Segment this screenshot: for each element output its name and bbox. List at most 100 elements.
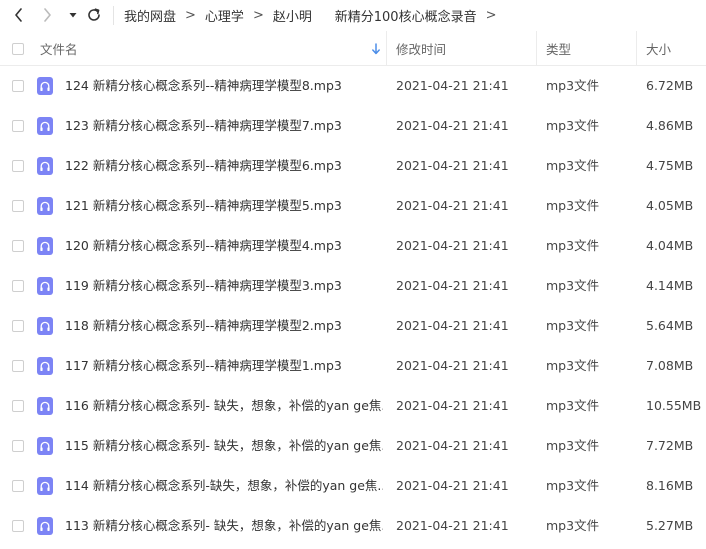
- file-modified-time: 2021-04-21 21:41: [396, 318, 509, 333]
- column-divider[interactable]: [536, 31, 537, 66]
- file-modified-time: 2021-04-21 21:41: [396, 118, 509, 133]
- audio-file-icon: [37, 437, 53, 455]
- audio-file-icon: [37, 397, 53, 415]
- breadcrumb-item-current-folder[interactable]: 新精分100核心概念录音: [335, 6, 477, 25]
- audio-file-icon: [37, 317, 53, 335]
- row-checkbox[interactable]: [12, 400, 24, 412]
- file-type: mp3文件: [546, 158, 600, 173]
- file-modified-time: 2021-04-21 21:41: [396, 198, 509, 213]
- file-size: 5.64MB: [646, 318, 694, 333]
- file-list: 124 新精分核心概念系列--精神病理学模型8.mp3 2021-04-21 21…: [0, 66, 706, 546]
- audio-file-icon: [37, 517, 53, 535]
- row-checkbox[interactable]: [12, 160, 24, 172]
- file-modified-time: 2021-04-21 21:41: [396, 518, 509, 533]
- file-modified-time: 2021-04-21 21:41: [396, 278, 509, 293]
- file-name[interactable]: 121 新精分核心概念系列--精神病理学模型5.mp3: [65, 186, 383, 226]
- breadcrumb-separator: >: [185, 8, 196, 23]
- row-checkbox[interactable]: [12, 480, 24, 492]
- row-checkbox[interactable]: [12, 280, 24, 292]
- column-header-type[interactable]: 类型: [546, 31, 571, 66]
- file-modified-time: 2021-04-21 21:41: [396, 438, 509, 453]
- row-checkbox[interactable]: [12, 240, 24, 252]
- file-name[interactable]: 118 新精分核心概念系列--精神病理学模型2.mp3: [65, 306, 383, 346]
- file-name[interactable]: 122 新精分核心概念系列--精神病理学模型6.mp3: [65, 146, 383, 186]
- column-divider[interactable]: [636, 31, 637, 66]
- file-row[interactable]: 115 新精分核心概念系列- 缺失，想象，补偿的yan ge焦... 2021-0…: [0, 426, 706, 466]
- audio-file-icon: [37, 157, 53, 175]
- chevron-left-icon[interactable]: [9, 5, 29, 25]
- audio-file-icon: [37, 357, 53, 375]
- file-type: mp3文件: [546, 238, 600, 253]
- file-name[interactable]: 124 新精分核心概念系列--精神病理学模型8.mp3: [65, 66, 383, 106]
- file-row[interactable]: 121 新精分核心概念系列--精神病理学模型5.mp3 2021-04-21 21…: [0, 186, 706, 226]
- file-row[interactable]: 113 新精分核心概念系列- 缺失，想象，补偿的yan ge焦... 2021-0…: [0, 506, 706, 546]
- file-row[interactable]: 124 新精分核心概念系列--精神病理学模型8.mp3 2021-04-21 21…: [0, 66, 706, 106]
- arrow-down-icon[interactable]: [371, 31, 381, 66]
- audio-file-icon: [37, 77, 53, 95]
- audio-file-icon: [37, 237, 53, 255]
- file-size: 4.86MB: [646, 118, 694, 133]
- column-header-size[interactable]: 大小: [646, 31, 671, 66]
- file-name[interactable]: 119 新精分核心概念系列--精神病理学模型3.mp3: [65, 266, 383, 306]
- file-name[interactable]: 117 新精分核心概念系列--精神病理学模型1.mp3: [65, 346, 383, 386]
- breadcrumb-separator[interactable]: >: [486, 8, 497, 23]
- file-type: mp3文件: [546, 198, 600, 213]
- file-size: 7.08MB: [646, 358, 694, 373]
- file-size: 4.75MB: [646, 158, 694, 173]
- file-row[interactable]: 116 新精分核心概念系列- 缺失，想象，补偿的yan ge焦... 2021-0…: [0, 386, 706, 426]
- row-checkbox[interactable]: [12, 200, 24, 212]
- caret-down-icon[interactable]: [63, 5, 83, 25]
- row-checkbox[interactable]: [12, 120, 24, 132]
- file-modified-time: 2021-04-21 21:41: [396, 78, 509, 93]
- file-size: 8.16MB: [646, 478, 694, 493]
- row-checkbox[interactable]: [12, 360, 24, 372]
- navigation-bar: 我的网盘 > 心理学 > 赵小明 > 新精分100核心概念录音 >: [0, 0, 706, 31]
- file-list-header: 文件名 修改时间 类型 大小: [0, 31, 706, 66]
- row-checkbox[interactable]: [12, 80, 24, 92]
- row-checkbox[interactable]: [12, 520, 24, 532]
- breadcrumb-separator: >: [252, 8, 264, 23]
- breadcrumb-item-psychology[interactable]: 心理学: [205, 6, 244, 25]
- breadcrumb-item-my-drive[interactable]: 我的网盘: [124, 6, 176, 25]
- file-row[interactable]: 117 新精分核心概念系列--精神病理学模型1.mp3 2021-04-21 21…: [0, 346, 706, 386]
- file-type: mp3文件: [546, 278, 600, 293]
- file-name[interactable]: 115 新精分核心概念系列- 缺失，想象，补偿的yan ge焦...: [65, 426, 383, 466]
- file-type: mp3文件: [546, 398, 600, 413]
- row-checkbox[interactable]: [12, 440, 24, 452]
- refresh-icon[interactable]: [84, 5, 104, 25]
- file-modified-time: 2021-04-21 21:41: [396, 398, 509, 413]
- audio-file-icon: [37, 477, 53, 495]
- file-type: mp3文件: [546, 118, 600, 133]
- file-name[interactable]: 116 新精分核心概念系列- 缺失，想象，补偿的yan ge焦...: [65, 386, 383, 426]
- file-row[interactable]: 122 新精分核心概念系列--精神病理学模型6.mp3 2021-04-21 21…: [0, 146, 706, 186]
- file-modified-time: 2021-04-21 21:41: [396, 238, 509, 253]
- column-header-name[interactable]: 文件名: [40, 31, 78, 66]
- file-size: 4.05MB: [646, 198, 694, 213]
- file-size: 10.55MB: [646, 398, 702, 413]
- file-size: 5.27MB: [646, 518, 694, 533]
- select-all-checkbox[interactable]: [12, 42, 24, 55]
- file-row[interactable]: 123 新精分核心概念系列--精神病理学模型7.mp3 2021-04-21 21…: [0, 106, 706, 146]
- file-row[interactable]: 119 新精分核心概念系列--精神病理学模型3.mp3 2021-04-21 21…: [0, 266, 706, 306]
- file-type: mp3文件: [546, 358, 600, 373]
- file-modified-time: 2021-04-21 21:41: [396, 158, 509, 173]
- file-name[interactable]: 120 新精分核心概念系列--精神病理学模型4.mp3: [65, 226, 383, 266]
- file-name[interactable]: 113 新精分核心概念系列- 缺失，想象，补偿的yan ge焦...: [65, 506, 383, 546]
- column-header-modified[interactable]: 修改时间: [396, 31, 446, 66]
- file-row[interactable]: 120 新精分核心概念系列--精神病理学模型4.mp3 2021-04-21 21…: [0, 226, 706, 266]
- file-name[interactable]: 114 新精分核心概念系列-缺失，想象，补偿的yan ge焦...: [65, 466, 383, 506]
- file-row[interactable]: 114 新精分核心概念系列-缺失，想象，补偿的yan ge焦... 2021-04…: [0, 466, 706, 506]
- column-divider[interactable]: [386, 31, 387, 66]
- file-size: 4.04MB: [646, 238, 694, 253]
- chevron-right-icon[interactable]: [37, 5, 57, 25]
- file-size: 6.72MB: [646, 78, 694, 93]
- file-modified-time: 2021-04-21 21:41: [396, 358, 509, 373]
- breadcrumb-item-zhao[interactable]: 赵小明: [273, 6, 312, 25]
- breadcrumb: 我的网盘 > 心理学 > 赵小明 > 新精分100核心概念录音 >: [124, 0, 506, 31]
- file-row[interactable]: 118 新精分核心概念系列--精神病理学模型2.mp3 2021-04-21 21…: [0, 306, 706, 346]
- file-type: mp3文件: [546, 518, 600, 533]
- row-checkbox[interactable]: [12, 320, 24, 332]
- file-name[interactable]: 123 新精分核心概念系列--精神病理学模型7.mp3: [65, 106, 383, 146]
- file-type: mp3文件: [546, 438, 600, 453]
- audio-file-icon: [37, 197, 53, 215]
